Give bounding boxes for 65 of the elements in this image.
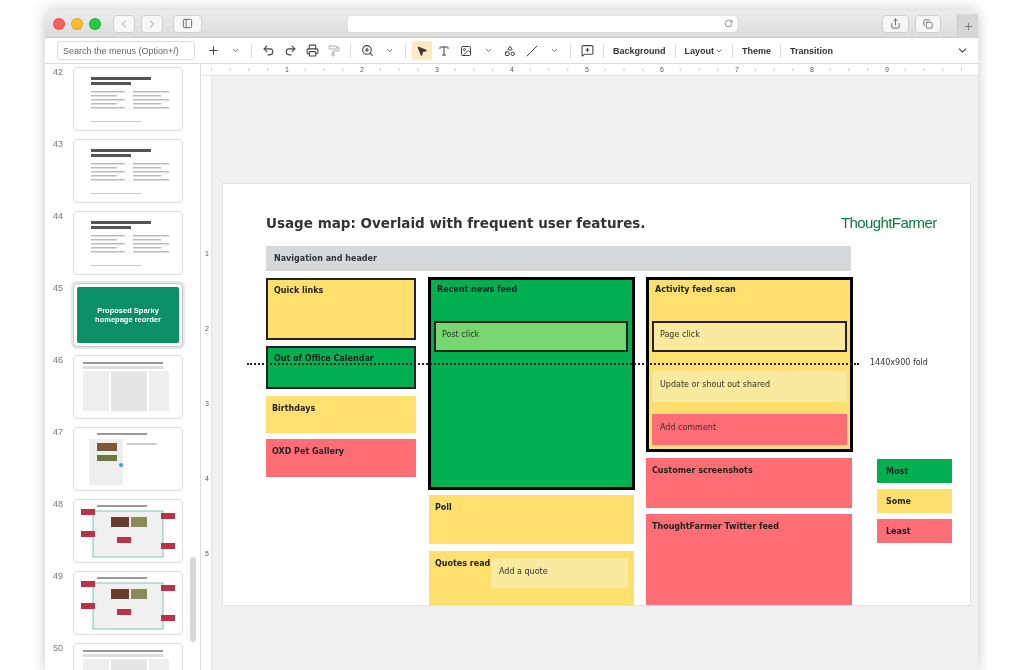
slide-number: 46	[53, 355, 64, 365]
toolbar-button[interactable]: Transition	[787, 41, 837, 60]
slide-number: 44	[53, 211, 64, 221]
redo-icon	[283, 44, 297, 57]
slide-number: 50	[53, 643, 64, 653]
caret-icon	[483, 46, 493, 55]
text-icon	[438, 44, 450, 57]
caret-icon	[384, 46, 394, 55]
plus-icon	[206, 44, 220, 57]
block-label: Recent news feed	[437, 285, 518, 294]
legend-item: Most	[877, 459, 952, 483]
select-tool[interactable]	[412, 41, 432, 60]
block-label: Birthdays	[272, 404, 316, 413]
printer-icon	[305, 44, 319, 57]
sub-feature-block: Add comment	[652, 414, 847, 445]
caret-icon	[549, 46, 559, 55]
line-icon	[526, 44, 538, 57]
slide-number: 48	[53, 499, 64, 509]
block-label: OXD Pet Gallery	[272, 447, 345, 456]
caret-icon	[230, 46, 240, 55]
slide-number: 45	[53, 283, 64, 293]
sidebar-button[interactable]	[173, 14, 202, 33]
slide-number: 47	[53, 427, 64, 437]
zoom-icon	[360, 44, 374, 57]
sub-feature-block: Add a quote	[491, 558, 628, 588]
shapes-icon	[504, 44, 516, 57]
block-label: Quotes read	[435, 559, 491, 568]
toolbar-button[interactable]: Background	[610, 41, 669, 60]
block-label: Poll	[435, 503, 452, 512]
sub-feature-block: Update or shout out shared	[652, 371, 847, 402]
block-label: Activity feed scan	[655, 285, 736, 294]
block-label: ThoughtFarmer Twitter feed	[652, 522, 779, 531]
tabs-icon	[923, 18, 933, 29]
slide-number: 42	[53, 67, 64, 77]
sub-feature-block: Page click	[652, 321, 847, 352]
slide-number: 49	[53, 571, 64, 581]
plus-icon	[962, 21, 974, 32]
share-button[interactable]	[882, 14, 909, 33]
close-button[interactable]	[53, 17, 65, 30]
comment-icon	[580, 44, 594, 57]
toolbar-button[interactable]: Theme	[739, 41, 775, 60]
search-field[interactable]: Search the menus (Option+/)	[57, 41, 195, 60]
sub-feature-block: Post click	[434, 321, 628, 352]
share-icon	[890, 18, 901, 29]
image-icon	[460, 44, 472, 57]
cursor-icon	[416, 44, 428, 57]
toolbar-button[interactable]: Layout	[681, 41, 727, 60]
legend-item: Some	[877, 489, 952, 513]
logo: ThoughtFarmer	[841, 214, 937, 231]
scrollbar-thumb[interactable]	[190, 557, 196, 642]
tabs-button[interactable]	[915, 14, 941, 33]
block-label: Customer screenshots	[652, 466, 753, 475]
sidebar-icon	[182, 18, 193, 29]
paint-roller-icon	[328, 44, 340, 57]
maximize-button[interactable]	[89, 17, 101, 30]
undo-icon	[261, 44, 275, 57]
reload-icon	[724, 19, 733, 28]
fold-label: 1440x900 fold	[870, 358, 928, 367]
legend-item: Least	[877, 519, 952, 543]
slide-number: 43	[53, 139, 64, 149]
block-label: Out of Office Calendar	[274, 354, 374, 363]
header-block: Navigation and header	[266, 246, 851, 271]
slide-title: Usage map: Overlaid with frequent user features.	[266, 215, 646, 231]
block-label: Quick links	[274, 286, 324, 295]
new-tab-button[interactable]	[957, 13, 978, 40]
